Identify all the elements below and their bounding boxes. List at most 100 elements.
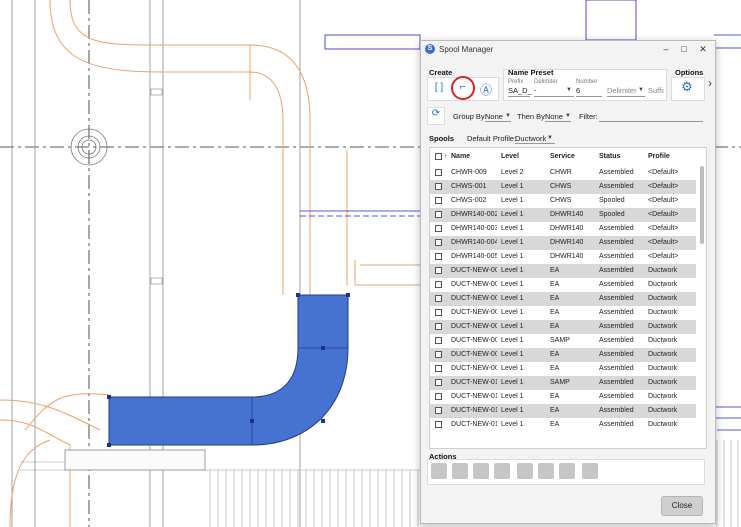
row-status: Assembled (599, 407, 634, 414)
row-checkbox[interactable] (435, 393, 442, 400)
title-bar[interactable]: S Spool Manager – □ ✕ (421, 41, 715, 58)
sheet-icon[interactable] (538, 463, 554, 479)
refresh-icon[interactable]: ⟳ (429, 108, 443, 119)
then-by-select[interactable]: None (545, 112, 563, 121)
table-row[interactable]: DUCT-NEW-00 Level 1 SAMP Assembled Ductwork (430, 334, 696, 348)
export-icon[interactable] (582, 463, 598, 479)
row-level: Level 1 (501, 351, 524, 358)
chevron-down-icon[interactable]: ▼ (505, 113, 511, 119)
default-profile-select[interactable]: Ductwork (515, 134, 546, 143)
delimiter-select[interactable]: - (534, 86, 537, 95)
row-checkbox[interactable] (435, 365, 442, 372)
properties-icon[interactable] (494, 463, 510, 479)
table-row[interactable]: DHWR140-003 Level 1 DHWR140 Assembled <Defau… (430, 222, 696, 236)
row-service: EA (550, 281, 560, 288)
layout-icon[interactable] (431, 463, 447, 479)
row-status: Assembled (599, 183, 634, 190)
row-profile: <Default> (648, 239, 679, 246)
maximize-icon[interactable]: □ (676, 43, 692, 56)
number-input[interactable]: 6 (576, 86, 580, 95)
bracket-select-icon[interactable]: [ ] (432, 82, 446, 93)
row-checkbox[interactable] (435, 253, 442, 260)
table-row[interactable]: DUCT-NEW-01 Level 1 EA Assembled Ductwork (430, 404, 696, 418)
table-scrollbar[interactable] (700, 166, 704, 244)
table-row[interactable]: DUCT-NEW-00 Level 1 EA Assembled Ductwork (430, 348, 696, 362)
row-checkbox[interactable] (435, 323, 442, 330)
column-header-level[interactable]: Level (501, 150, 519, 164)
row-profile: Ductwork (648, 407, 678, 414)
tag-icon[interactable] (517, 463, 533, 479)
table-row[interactable]: DUCT-NEW-00 Level 1 EA Assembled Ductwork (430, 278, 696, 292)
row-service: EA (550, 365, 560, 372)
select-all-checkbox[interactable] (435, 153, 442, 160)
table-row[interactable]: DHWR140-002 Level 1 DHWR140 Spooled <Default… (430, 208, 696, 222)
row-checkbox[interactable] (435, 183, 442, 190)
row-checkbox[interactable] (435, 351, 442, 358)
table-row[interactable]: DHWR140-005 Level 1 DHWR140 Assembled <Defau… (430, 250, 696, 264)
sort-up-icon[interactable]: ↑ (444, 150, 447, 164)
delete-icon[interactable] (559, 463, 575, 479)
row-profile: Ductwork (648, 393, 678, 400)
table-header-row: ↑ Name Level Service Status Profile (430, 150, 696, 164)
row-name: DUCT-NEW-01 (451, 393, 497, 400)
chevron-down-icon[interactable]: ▼ (547, 135, 553, 141)
minimize-icon[interactable]: – (658, 43, 674, 56)
row-checkbox[interactable] (435, 295, 442, 302)
row-checkbox[interactable] (435, 239, 442, 246)
row-status: Assembled (599, 379, 634, 386)
group-by-select[interactable]: None (485, 112, 503, 121)
chevron-right-icon[interactable]: › (708, 76, 712, 90)
row-level: Level 1 (501, 323, 524, 330)
row-level: Level 2 (501, 169, 524, 176)
row-checkbox[interactable] (435, 407, 442, 414)
row-checkbox[interactable] (435, 267, 442, 274)
row-checkbox[interactable] (435, 421, 442, 428)
highlight-circle (451, 76, 475, 100)
options-header: Options (675, 68, 704, 77)
close-button[interactable]: Close (661, 496, 703, 516)
edit-icon[interactable] (473, 463, 489, 479)
table-row[interactable]: DUCT-NEW-00 Level 1 EA Assembled Ductwork (430, 264, 696, 278)
row-name: DUCT-NEW-00 (451, 351, 497, 358)
row-checkbox[interactable] (435, 281, 442, 288)
spool-manager-icon: S (425, 44, 435, 54)
table-row[interactable]: DUCT-NEW-00 Level 1 EA Assembled Ductwork (430, 292, 696, 306)
suffix-input[interactable]: Suffix (648, 86, 664, 95)
row-checkbox[interactable] (435, 211, 442, 218)
column-header-service[interactable]: Service (550, 150, 575, 164)
table-row[interactable]: DUCT-NEW-01 Level 1 EA Assembled Ductwork (430, 418, 696, 432)
chevron-down-icon[interactable]: ▼ (638, 87, 644, 93)
row-level: Level 1 (501, 379, 524, 386)
table-row[interactable]: DUCT-NEW-00 Level 1 EA Assembled Ductwork (430, 320, 696, 334)
close-icon[interactable]: ✕ (695, 43, 711, 56)
table-row[interactable]: CHWR-009 Level 2 CHWR Assembled <Default> (430, 166, 696, 180)
auto-create-icon[interactable]: Ⓐ (479, 81, 493, 98)
table-row[interactable]: DUCT-NEW-00 Level 1 EA Assembled Ductwork (430, 362, 696, 376)
chevron-down-icon[interactable]: ▼ (566, 87, 572, 93)
row-checkbox[interactable] (435, 197, 442, 204)
table-row[interactable]: DUCT-NEW-00 Level 1 EA Assembled Ductwork (430, 306, 696, 320)
table-row[interactable]: DUCT-NEW-01 Level 1 SAMP Assembled Ductwork (430, 376, 696, 390)
table-row[interactable]: DUCT-NEW-01 Level 1 EA Assembled Ductwork (430, 390, 696, 404)
column-header-name[interactable]: Name (451, 150, 470, 164)
row-checkbox[interactable] (435, 379, 442, 386)
row-status: Assembled (599, 267, 634, 274)
table-row[interactable]: DHWR140-004 Level 1 DHWR140 Assembled <Defau… (430, 236, 696, 250)
chevron-down-icon[interactable]: ▼ (565, 113, 571, 119)
window-title: Spool Manager (439, 45, 494, 54)
column-header-profile[interactable]: Profile (648, 150, 670, 164)
table-row[interactable]: CHWS-002 Level 1 CHWS Spooled <Default> (430, 194, 696, 208)
row-profile: Ductwork (648, 337, 678, 344)
table-row[interactable]: CHWS-001 Level 1 CHWS Assembled <Default> (430, 180, 696, 194)
add-to-spool-icon[interactable] (452, 463, 468, 479)
row-checkbox[interactable] (435, 337, 442, 344)
delimiter2-select[interactable]: Delimiter (607, 86, 637, 95)
row-name: DUCT-NEW-01 (451, 379, 497, 386)
prefix-input[interactable]: SA_D_ (508, 86, 532, 95)
column-header-status[interactable]: Status (599, 150, 620, 164)
row-checkbox[interactable] (435, 309, 442, 316)
row-profile: Ductwork (648, 421, 678, 428)
row-checkbox[interactable] (435, 169, 442, 176)
gear-icon[interactable]: ⚙ (680, 79, 694, 95)
row-checkbox[interactable] (435, 225, 442, 232)
